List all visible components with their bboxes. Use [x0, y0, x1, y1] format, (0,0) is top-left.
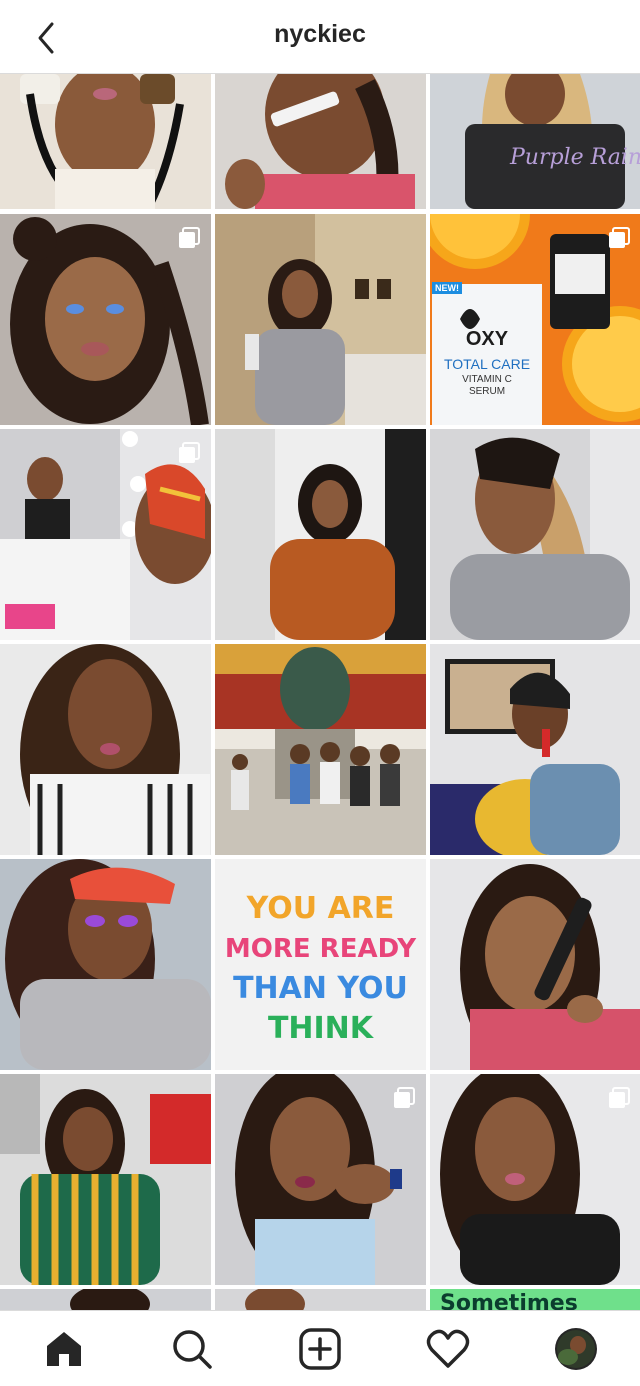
product-line1: TOTAL CARE	[443, 356, 531, 372]
post-tile-21[interactable]: Sometimes	[430, 1289, 640, 1310]
post-tile-19[interactable]	[0, 1289, 211, 1310]
profile-username: nyckiec	[274, 20, 366, 48]
post-tile-5[interactable]	[215, 214, 426, 425]
post-tile-17[interactable]	[215, 1074, 426, 1285]
post-tile-12[interactable]	[430, 644, 640, 855]
post-image	[215, 214, 426, 425]
post-image	[215, 1289, 426, 1310]
post-image	[215, 644, 426, 855]
carousel-icon	[609, 227, 630, 248]
post-image	[0, 74, 211, 209]
post-image	[430, 429, 640, 640]
post-tile-16[interactable]	[0, 1074, 211, 1285]
bottom-tab-bar	[0, 1310, 640, 1386]
tab-profile[interactable]	[552, 1325, 600, 1373]
new-post-icon	[299, 1328, 341, 1370]
tab-new-post[interactable]	[296, 1325, 344, 1373]
home-icon	[47, 1332, 81, 1366]
quote-line-4: THINK	[267, 1011, 374, 1046]
svg-text:Purple Rain: Purple Rain	[509, 145, 640, 170]
quote-line-2: MORE READY	[224, 934, 417, 964]
post-image	[0, 644, 211, 855]
carousel-icon	[179, 442, 200, 463]
banner-text: Sometimes	[440, 1291, 578, 1310]
post-image	[0, 1074, 211, 1285]
post-tile-15[interactable]	[430, 859, 640, 1070]
new-badge: NEW!	[432, 282, 462, 294]
post-tile-2[interactable]	[215, 74, 426, 209]
carousel-icon	[179, 227, 200, 248]
product-box-label: NEW! OXY TOTAL CARE VITAMIN C SERUM	[432, 282, 542, 424]
post-image	[0, 859, 211, 1070]
profile-header: nyckiec	[0, 0, 640, 74]
activity-heart-icon	[426, 1329, 470, 1368]
product-brand: OXY	[465, 328, 509, 350]
tab-home[interactable]	[40, 1325, 88, 1373]
post-tile-1[interactable]	[0, 74, 211, 209]
post-image	[430, 644, 640, 855]
post-tile-7[interactable]	[0, 429, 211, 640]
product-line2: VITAMIN C	[462, 374, 512, 385]
post-tile-6[interactable]: NEW! OXY TOTAL CARE VITAMIN C SERUM	[430, 214, 640, 425]
post-image: Purple Rain	[430, 74, 640, 209]
post-tile-18[interactable]	[430, 1074, 640, 1285]
product-line3: SERUM	[468, 386, 506, 397]
post-tile-14[interactable]: YOU ARE MORE READY THAN YOU THINK	[215, 859, 426, 1070]
search-icon	[173, 1330, 212, 1369]
tab-activity[interactable]	[424, 1325, 472, 1373]
quote-line-3: THAN YOU	[233, 971, 408, 1006]
post-image	[430, 859, 640, 1070]
post-tile-9[interactable]	[430, 429, 640, 640]
post-tile-20[interactable]	[215, 1289, 426, 1310]
post-tile-8[interactable]	[215, 429, 426, 640]
post-tile-4[interactable]	[0, 214, 211, 425]
quote-line-1: YOU ARE	[246, 891, 395, 926]
post-image	[215, 74, 426, 209]
post-image	[0, 1289, 211, 1310]
post-image	[215, 429, 426, 640]
profile-avatar	[555, 1328, 597, 1370]
post-tile-10[interactable]	[0, 644, 211, 855]
posts-grid: Purple Rain NEW! OXY TOTAL CARE VITAMIN …	[0, 74, 640, 1310]
quote-text: YOU ARE MORE READY THAN YOU THINK	[215, 889, 426, 1049]
carousel-icon	[609, 1087, 630, 1108]
post-tile-11[interactable]	[215, 644, 426, 855]
tab-search[interactable]	[168, 1325, 216, 1373]
carousel-icon	[394, 1087, 415, 1108]
post-tile-13[interactable]	[0, 859, 211, 1070]
post-tile-3[interactable]: Purple Rain	[430, 74, 640, 209]
